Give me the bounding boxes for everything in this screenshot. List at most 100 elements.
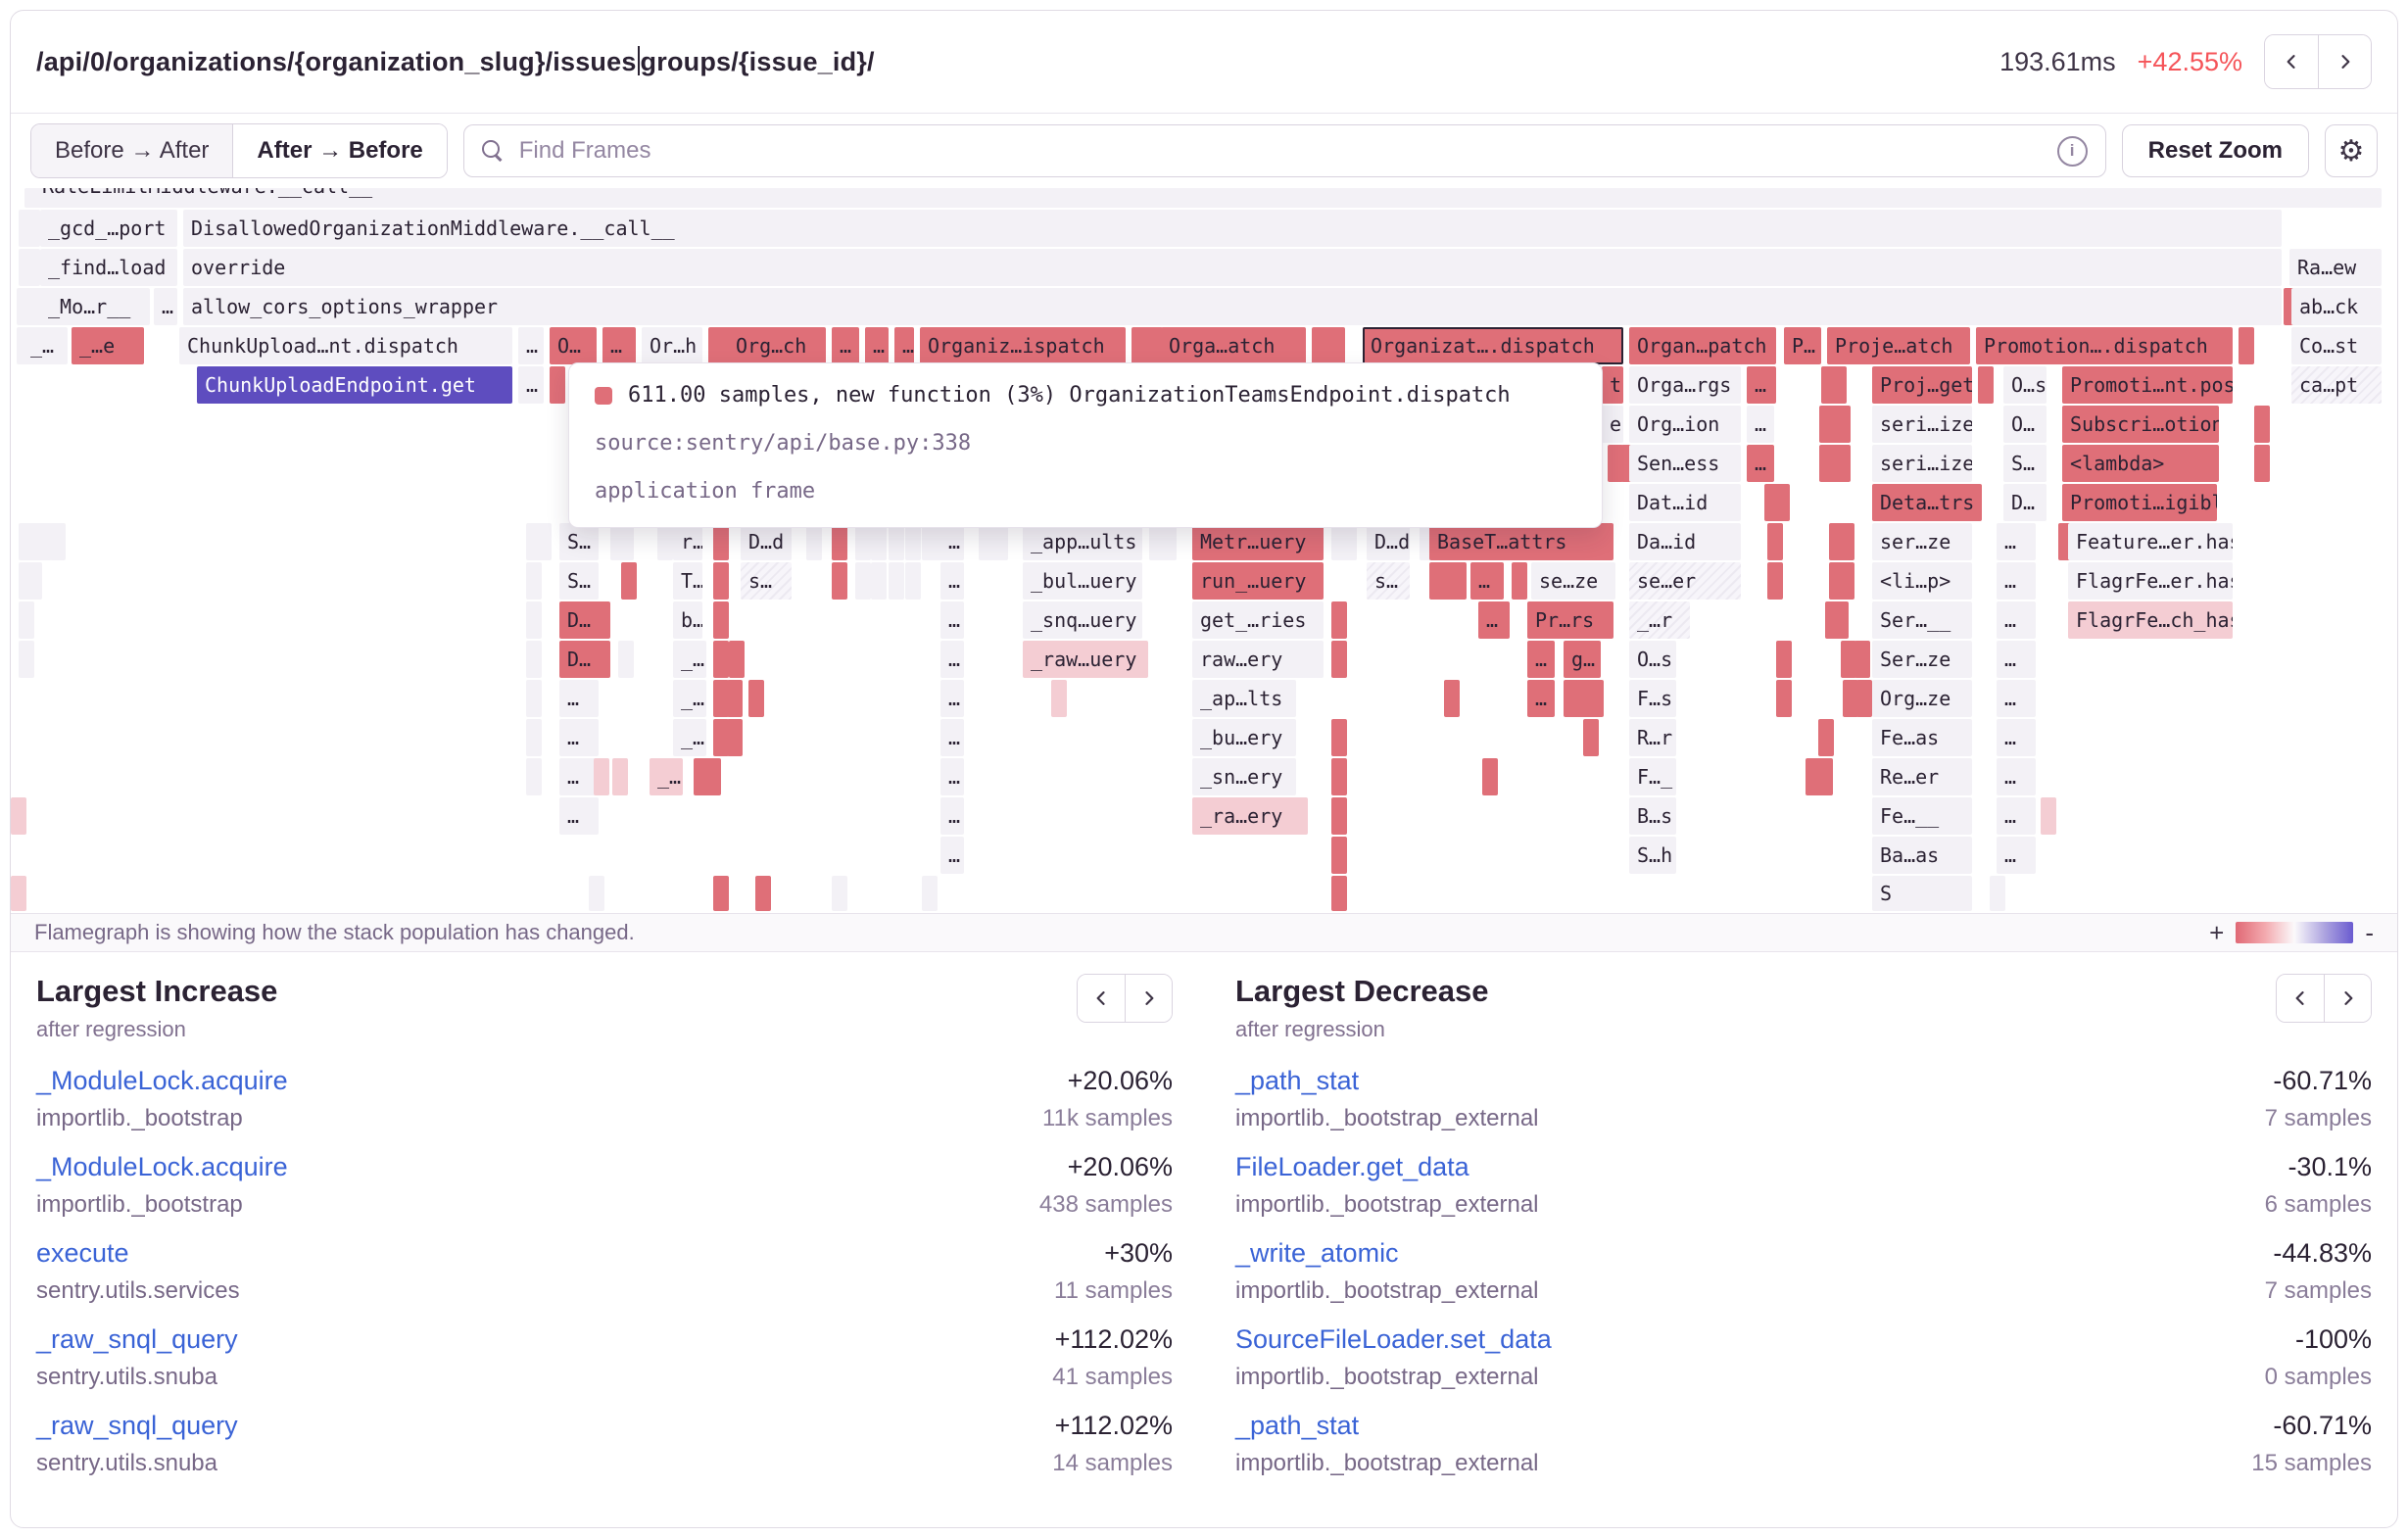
flame-frame[interactable]: s… <box>741 562 792 600</box>
flame-frame[interactable]: FlagrFe…er.has <box>2068 562 2233 600</box>
flame-frame[interactable]: _… <box>673 719 706 756</box>
flame-frame[interactable]: ChunkUpload…nt.dispatch <box>179 327 512 364</box>
segment-after-before[interactable]: After → Before <box>232 124 446 177</box>
flame-frame[interactable] <box>1829 523 1854 560</box>
flame-frame[interactable] <box>1051 680 1067 717</box>
flame-frame[interactable]: Organ…patch <box>1629 327 1776 364</box>
flame-frame[interactable]: D… <box>2003 484 2047 521</box>
flame-frame[interactable] <box>1764 484 1790 521</box>
flame-frame[interactable] <box>713 641 729 678</box>
flame-frame[interactable]: seri…ize <box>1872 406 1972 443</box>
flame-frame[interactable] <box>922 876 938 911</box>
flame-frame[interactable]: BaseT…attrs <box>1429 523 1613 560</box>
flame-frame[interactable]: O… <box>2003 406 2047 443</box>
flame-frame[interactable]: se…er <box>1629 562 1741 600</box>
flame-frame[interactable]: e <box>1602 406 1623 443</box>
flame-frame[interactable]: seri…ize <box>1872 445 1972 482</box>
flame-frame[interactable]: … <box>1997 601 2036 639</box>
search-input[interactable] <box>517 136 2044 166</box>
flame-frame[interactable]: _sn…ery <box>1192 758 1296 795</box>
flame-frame[interactable] <box>2239 327 2254 364</box>
flame-frame[interactable] <box>612 758 628 795</box>
flame-frame[interactable]: _ap…lts <box>1192 680 1296 717</box>
flame-frame[interactable]: ca…pt <box>2291 366 2382 404</box>
flame-frame[interactable]: … <box>1747 406 1774 443</box>
flame-frame[interactable] <box>526 601 542 639</box>
flame-frame[interactable] <box>905 562 921 600</box>
flame-frame[interactable]: … <box>1478 601 1510 639</box>
flame-frame[interactable] <box>2041 797 2056 835</box>
flame-frame[interactable]: _bul…uery <box>1023 562 1142 600</box>
flame-frame[interactable] <box>589 876 604 911</box>
flame-frame[interactable]: Proj…get <box>1872 366 1972 404</box>
flame-frame[interactable]: … <box>1527 680 1555 717</box>
flame-frame[interactable] <box>748 680 764 717</box>
flame-frame[interactable]: … <box>1747 445 1774 482</box>
entry-function-link[interactable]: execute <box>36 1238 240 1269</box>
flame-frame[interactable]: … <box>940 641 964 678</box>
flame-frame[interactable]: S… <box>559 562 599 600</box>
flame-frame[interactable]: _snq…uery <box>1023 601 1142 639</box>
flame-frame[interactable] <box>1451 562 1467 600</box>
flame-frame[interactable] <box>1856 680 1872 717</box>
flame-frame[interactable]: S… <box>559 523 599 560</box>
flame-frame[interactable]: … <box>832 327 859 364</box>
flame-frame[interactable]: … <box>1997 758 2036 795</box>
flame-frame[interactable]: Ser…ze <box>1872 641 1972 678</box>
flame-frame[interactable] <box>11 797 26 835</box>
flame-frame[interactable]: … <box>1997 523 2036 560</box>
flame-frame[interactable] <box>871 523 887 560</box>
flame-frame[interactable] <box>526 562 542 600</box>
flame-frame[interactable]: Ra…ew <box>2289 249 2382 286</box>
flame-frame[interactable]: … <box>559 758 599 795</box>
flame-frame[interactable] <box>1817 758 1833 795</box>
find-frames-search[interactable]: i <box>463 124 2106 177</box>
flame-frame[interactable]: Dat…id <box>1629 484 1741 521</box>
decrease-next-button[interactable] <box>2324 975 2371 1022</box>
flame-frame[interactable] <box>2254 406 2270 443</box>
flame-frame[interactable] <box>832 562 847 600</box>
flame-frame[interactable]: … <box>1997 641 2036 678</box>
flame-frame[interactable]: _… <box>23 327 68 364</box>
decrease-prev-button[interactable] <box>2277 975 2324 1022</box>
flame-frame[interactable]: Fe…__ <box>1872 797 1972 835</box>
flame-frame[interactable]: O…s <box>1629 641 1676 678</box>
flame-frame[interactable]: _…e <box>72 327 144 364</box>
flame-frame[interactable]: O…s <box>2003 366 2047 404</box>
entry-function-link[interactable]: FileLoader.get_data <box>1235 1152 1539 1182</box>
flame-frame[interactable] <box>1835 406 1851 443</box>
flame-frame[interactable]: Promoti…nt.post <box>2062 366 2233 404</box>
flame-frame[interactable]: Subscri…otions <box>2062 406 2219 443</box>
flame-frame[interactable]: _app…ults <box>1023 523 1142 560</box>
flame-frame[interactable] <box>1767 562 1783 600</box>
flame-frame[interactable] <box>1331 719 1347 756</box>
flame-frame[interactable] <box>855 523 871 560</box>
flame-frame[interactable]: Promotion….dispatch <box>1976 327 2233 364</box>
flame-frame[interactable]: run_…uery <box>1192 562 1324 600</box>
flame-frame[interactable]: … <box>940 562 964 600</box>
entry-function-link[interactable]: _raw_snql_query <box>36 1324 238 1355</box>
flame-frame[interactable]: … <box>1997 562 2036 600</box>
entry-function-link[interactable]: _ModuleLock.acquire <box>36 1152 288 1182</box>
flame-frame[interactable]: ChunkUploadEndpoint.get <box>197 366 512 404</box>
flame-frame[interactable] <box>1854 641 1870 678</box>
flame-frame[interactable]: get_…ries <box>1192 601 1324 639</box>
flame-frame[interactable]: … <box>1747 366 1776 404</box>
flame-frame[interactable]: B…s <box>1629 797 1676 835</box>
flame-frame[interactable]: O… <box>550 327 597 364</box>
flame-frame[interactable]: _ra…ery <box>1192 797 1308 835</box>
flame-frame[interactable]: … <box>559 719 599 756</box>
flame-frame[interactable] <box>1331 876 1347 911</box>
flame-frame[interactable] <box>550 366 565 404</box>
flame-frame[interactable]: … <box>1470 562 1504 600</box>
flame-frame[interactable]: se…ze <box>1531 562 1615 600</box>
flame-frame[interactable]: Org…ion <box>1629 406 1741 443</box>
increase-prev-button[interactable] <box>1078 975 1125 1022</box>
flame-frame[interactable] <box>713 562 729 600</box>
flame-frame[interactable]: … <box>559 797 599 835</box>
flame-frame[interactable] <box>1818 719 1834 756</box>
flame-frame[interactable] <box>1767 523 1783 560</box>
flame-frame[interactable]: Promoti…igible <box>2062 484 2217 521</box>
flame-frame[interactable]: raw…ery <box>1192 641 1324 678</box>
flame-frame[interactable]: _find…load <box>40 249 177 286</box>
